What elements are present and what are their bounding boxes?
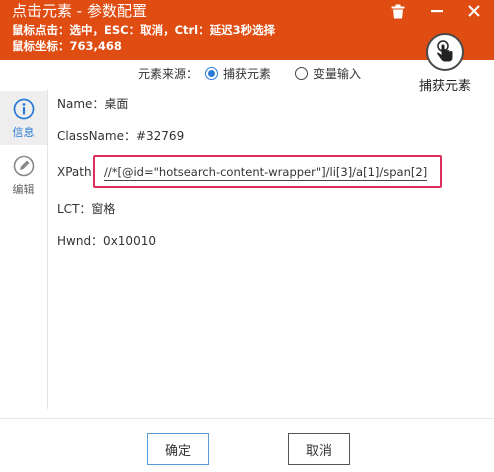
element-source-row: 元素来源： 捕获元素 变量输入 <box>0 64 400 82</box>
sidebar: 信息 编辑 <box>0 89 48 409</box>
trash-button[interactable] <box>384 0 412 22</box>
sidebar-item-edit-label: 编辑 <box>12 183 35 196</box>
detail-name: Name：桌面 <box>57 97 129 111</box>
cancel-button[interactable]: 取消 <box>288 433 350 465</box>
sidebar-item-edit[interactable]: 编辑 <box>0 151 47 201</box>
touch-hand-icon <box>426 33 464 71</box>
sidebar-item-info-label: 信息 <box>12 126 35 139</box>
xpath-value: //*[@id="hotsearch-content-wrapper"]/li[… <box>104 165 428 181</box>
radio-checked-icon <box>205 67 218 80</box>
trash-icon <box>391 4 405 18</box>
radio-variable-label: 变量输入 <box>313 67 362 81</box>
mouse-coordinates: 鼠标坐标：763,468 <box>12 39 122 53</box>
radio-unchecked-icon <box>295 67 308 80</box>
radio-capture-label: 捕获元素 <box>223 67 272 81</box>
sidebar-item-info[interactable]: 信息 <box>0 91 47 145</box>
edit-icon <box>13 155 34 177</box>
radio-variable-input[interactable]: 变量输入 <box>295 65 361 82</box>
capture-element-label: 捕获元素 <box>418 79 471 94</box>
xpath-field[interactable]: //*[@id="hotsearch-content-wrapper"]/li[… <box>93 155 442 188</box>
minimize-icon <box>431 10 443 13</box>
detail-hwnd: Hwnd：0x10010 <box>57 234 156 248</box>
footer: 确定 取消 <box>0 418 494 472</box>
detail-xpath-row: XPath： //*[@id="hotsearch-content-wrappe… <box>57 155 442 188</box>
radio-capture-element[interactable]: 捕获元素 <box>205 65 271 82</box>
close-button[interactable] <box>460 0 488 22</box>
mouse-hint: 鼠标点击：选中，ESC：取消，Ctrl：延迟3秒选择 <box>12 23 276 37</box>
ok-button[interactable]: 确定 <box>147 433 209 465</box>
detail-lct: LCT：窗格 <box>57 202 116 216</box>
close-icon <box>468 5 480 17</box>
capture-element-button[interactable]: 捕获元素 <box>410 33 480 94</box>
element-source-label: 元素来源： <box>138 67 199 81</box>
minimize-button[interactable] <box>423 0 451 22</box>
detail-classname: ClassName：#32769 <box>57 129 185 143</box>
window-title: 点击元素 - 参数配置 <box>12 2 147 20</box>
info-icon <box>13 98 34 120</box>
